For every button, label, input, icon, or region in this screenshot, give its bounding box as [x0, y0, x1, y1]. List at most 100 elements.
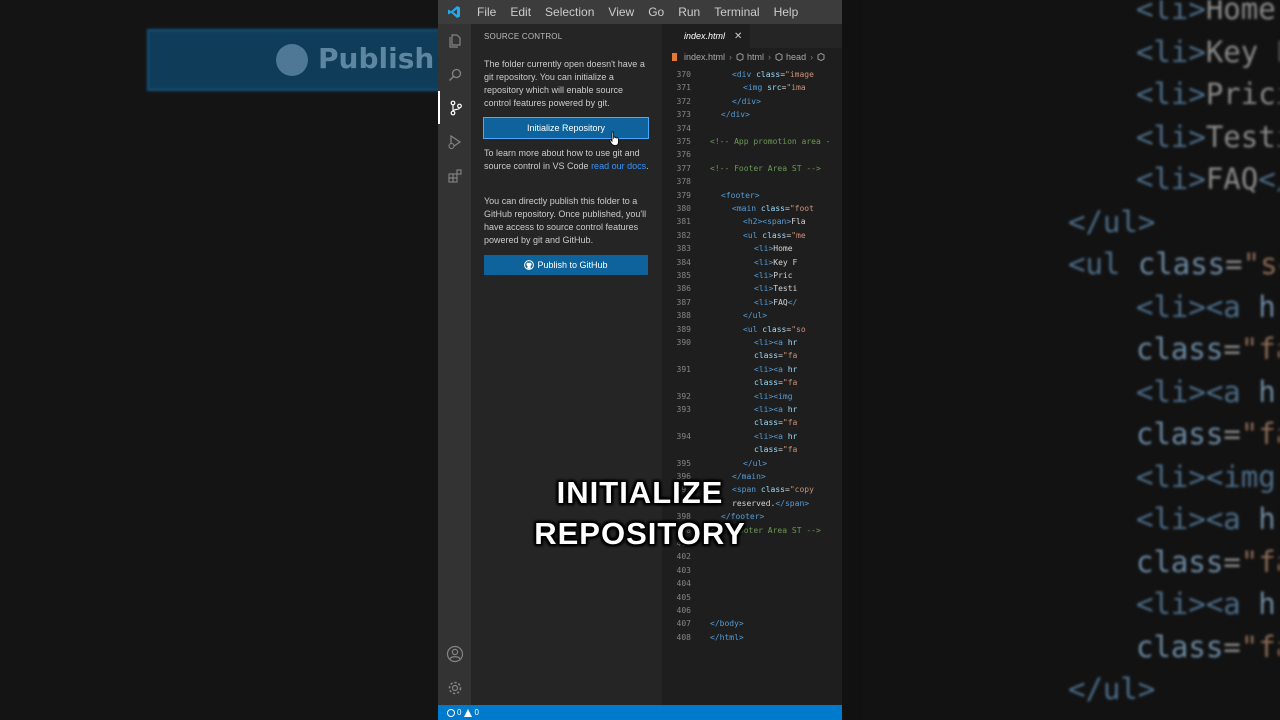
code-line[interactable]: 371 <img src="ima: [662, 81, 842, 94]
code-line[interactable]: 381 <h2><span>Fla: [662, 215, 842, 228]
code-line[interactable]: 379 <footer>: [662, 189, 842, 202]
code-line[interactable]: 390 <li><a hr: [662, 336, 842, 349]
background-code-line: <ul class="so: [1068, 247, 1280, 281]
vscode-window: File Edit Selection View Go Run Terminal…: [438, 0, 842, 720]
code-line[interactable]: 370 <div class="image: [662, 68, 842, 81]
line-text: </div>: [732, 95, 761, 108]
code-line[interactable]: 408 </html>: [662, 631, 842, 644]
code-line[interactable]: 406: [662, 604, 842, 617]
background-code-line: class="fa: [1136, 545, 1280, 579]
code-line[interactable]: 376: [662, 148, 842, 161]
publish-to-github-button[interactable]: Publish to GitHub: [484, 255, 648, 275]
code-token: <main: [732, 204, 761, 213]
line-number: 371: [676, 83, 691, 93]
background-code-line: class="fa: [1136, 630, 1280, 664]
code-line[interactable]: 387 <li>FAQ</: [662, 296, 842, 309]
search-icon[interactable]: [438, 58, 471, 91]
code-line[interactable]: 386 <li>Testi: [662, 282, 842, 295]
code-line[interactable]: 407 </body>: [662, 617, 842, 630]
line-text: <li><a hr: [754, 430, 797, 443]
menu-help[interactable]: Help: [767, 0, 806, 24]
line-text: <main class="foot: [732, 202, 814, 215]
run-debug-icon[interactable]: [438, 125, 471, 158]
code-line[interactable]: class="fa: [662, 416, 842, 429]
code-line[interactable]: 375 <!-- App promotion area -: [662, 135, 842, 148]
code-line[interactable]: 393 <li><a hr: [662, 403, 842, 416]
code-line[interactable]: 384 <li>Key F: [662, 256, 842, 269]
code-token: <li>: [754, 297, 774, 307]
code-token: <ul: [743, 230, 763, 240]
code-line[interactable]: 378: [662, 175, 842, 188]
extensions-icon[interactable]: [438, 159, 471, 192]
menu-go[interactable]: Go: [641, 0, 671, 24]
background-code-token: =: [1223, 629, 1241, 664]
code-line[interactable]: 373 </div>: [662, 108, 842, 121]
code-token: class: [760, 204, 785, 213]
background-code-token: class: [1136, 332, 1224, 366]
code-line[interactable]: class="fa: [662, 376, 842, 389]
code-line[interactable]: 374: [662, 122, 842, 135]
tab-label: index.html: [684, 31, 726, 41]
background-code-line: <li><a hr: [1136, 375, 1280, 409]
menu-view[interactable]: View: [601, 0, 641, 24]
initialize-repository-button[interactable]: Initialize Repository: [483, 117, 649, 139]
manage-gear-icon[interactable]: [438, 671, 471, 704]
code-token: <li>: [754, 284, 774, 294]
line-text: <div class="image: [732, 68, 814, 81]
menu-terminal[interactable]: Terminal: [707, 0, 766, 24]
code-line[interactable]: 380 <main class="foot: [662, 202, 842, 215]
line-number: 370: [676, 70, 691, 79]
publish-button-label: Publish to GitHub: [537, 260, 608, 270]
code-token: <!-- App promotion area -: [710, 137, 831, 146]
code-line[interactable]: 388 </ul>: [662, 309, 842, 322]
breadcrumb-head[interactable]: head: [786, 52, 806, 62]
background-code-token: "fa: [1240, 544, 1280, 579]
code-token: Testi: [773, 284, 798, 294]
warning-icon[interactable]: [464, 708, 473, 717]
code-line[interactable]: 382 <ul class="me: [662, 229, 842, 242]
error-count[interactable]: 0: [457, 708, 461, 717]
code-line[interactable]: class="fa: [662, 443, 842, 456]
menu-run[interactable]: Run: [671, 0, 707, 24]
code-line[interactable]: 389 <ul class="so: [662, 323, 842, 336]
code-line[interactable]: 395 </ul>: [662, 457, 842, 470]
breadcrumb-html[interactable]: html: [747, 52, 764, 62]
line-number: 394: [676, 431, 691, 441]
code-token: <li>: [754, 257, 774, 267]
code-line[interactable]: 404: [662, 577, 842, 590]
menu-file[interactable]: File: [470, 0, 503, 24]
code-line[interactable]: 394 <li><a hr: [662, 430, 842, 443]
code-line[interactable]: 405: [662, 591, 842, 604]
account-icon[interactable]: [438, 637, 471, 670]
close-icon[interactable]: ✕: [734, 31, 742, 42]
line-text: <li><a hr: [754, 336, 797, 349]
line-number: 386: [676, 284, 691, 294]
line-number: 379: [676, 190, 691, 200]
menu-edit[interactable]: Edit: [503, 0, 538, 24]
error-icon[interactable]: [447, 708, 455, 717]
code-token: <div: [732, 70, 757, 79]
background-code-token: "fa: [1240, 332, 1280, 366]
explorer-icon[interactable]: [438, 24, 471, 57]
code-line[interactable]: 385 <li>Pric: [662, 269, 842, 282]
code-line[interactable]: 403: [662, 564, 842, 577]
code-line[interactable]: 377 <!-- Footer Area ST -->: [662, 162, 842, 175]
menu-selection[interactable]: Selection: [538, 0, 601, 24]
publish-message: You can directly publish this folder to …: [484, 196, 647, 245]
breadcrumb-file[interactable]: index.html: [684, 52, 725, 62]
background-code-line: <li><a hr: [1136, 502, 1280, 536]
warning-count[interactable]: 0: [474, 708, 478, 717]
code-line[interactable]: 391 <li><a hr: [662, 363, 842, 376]
tab-index-html[interactable]: index.html ✕: [662, 24, 750, 48]
code-token: </ul>: [743, 458, 768, 468]
line-number: 382: [676, 230, 691, 240]
read-docs-link[interactable]: read our docs: [591, 161, 646, 171]
line-number: 407: [676, 619, 691, 629]
source-control-icon[interactable]: [438, 91, 471, 124]
background-code-line: </ul>: [1068, 672, 1155, 706]
code-line[interactable]: 383 <li>Home: [662, 242, 842, 255]
code-line[interactable]: class="fa: [662, 349, 842, 362]
code-line[interactable]: 392 <li><img: [662, 390, 842, 403]
code-line[interactable]: 372 </div>: [662, 95, 842, 108]
line-text: <!-- App promotion area -: [710, 135, 830, 148]
